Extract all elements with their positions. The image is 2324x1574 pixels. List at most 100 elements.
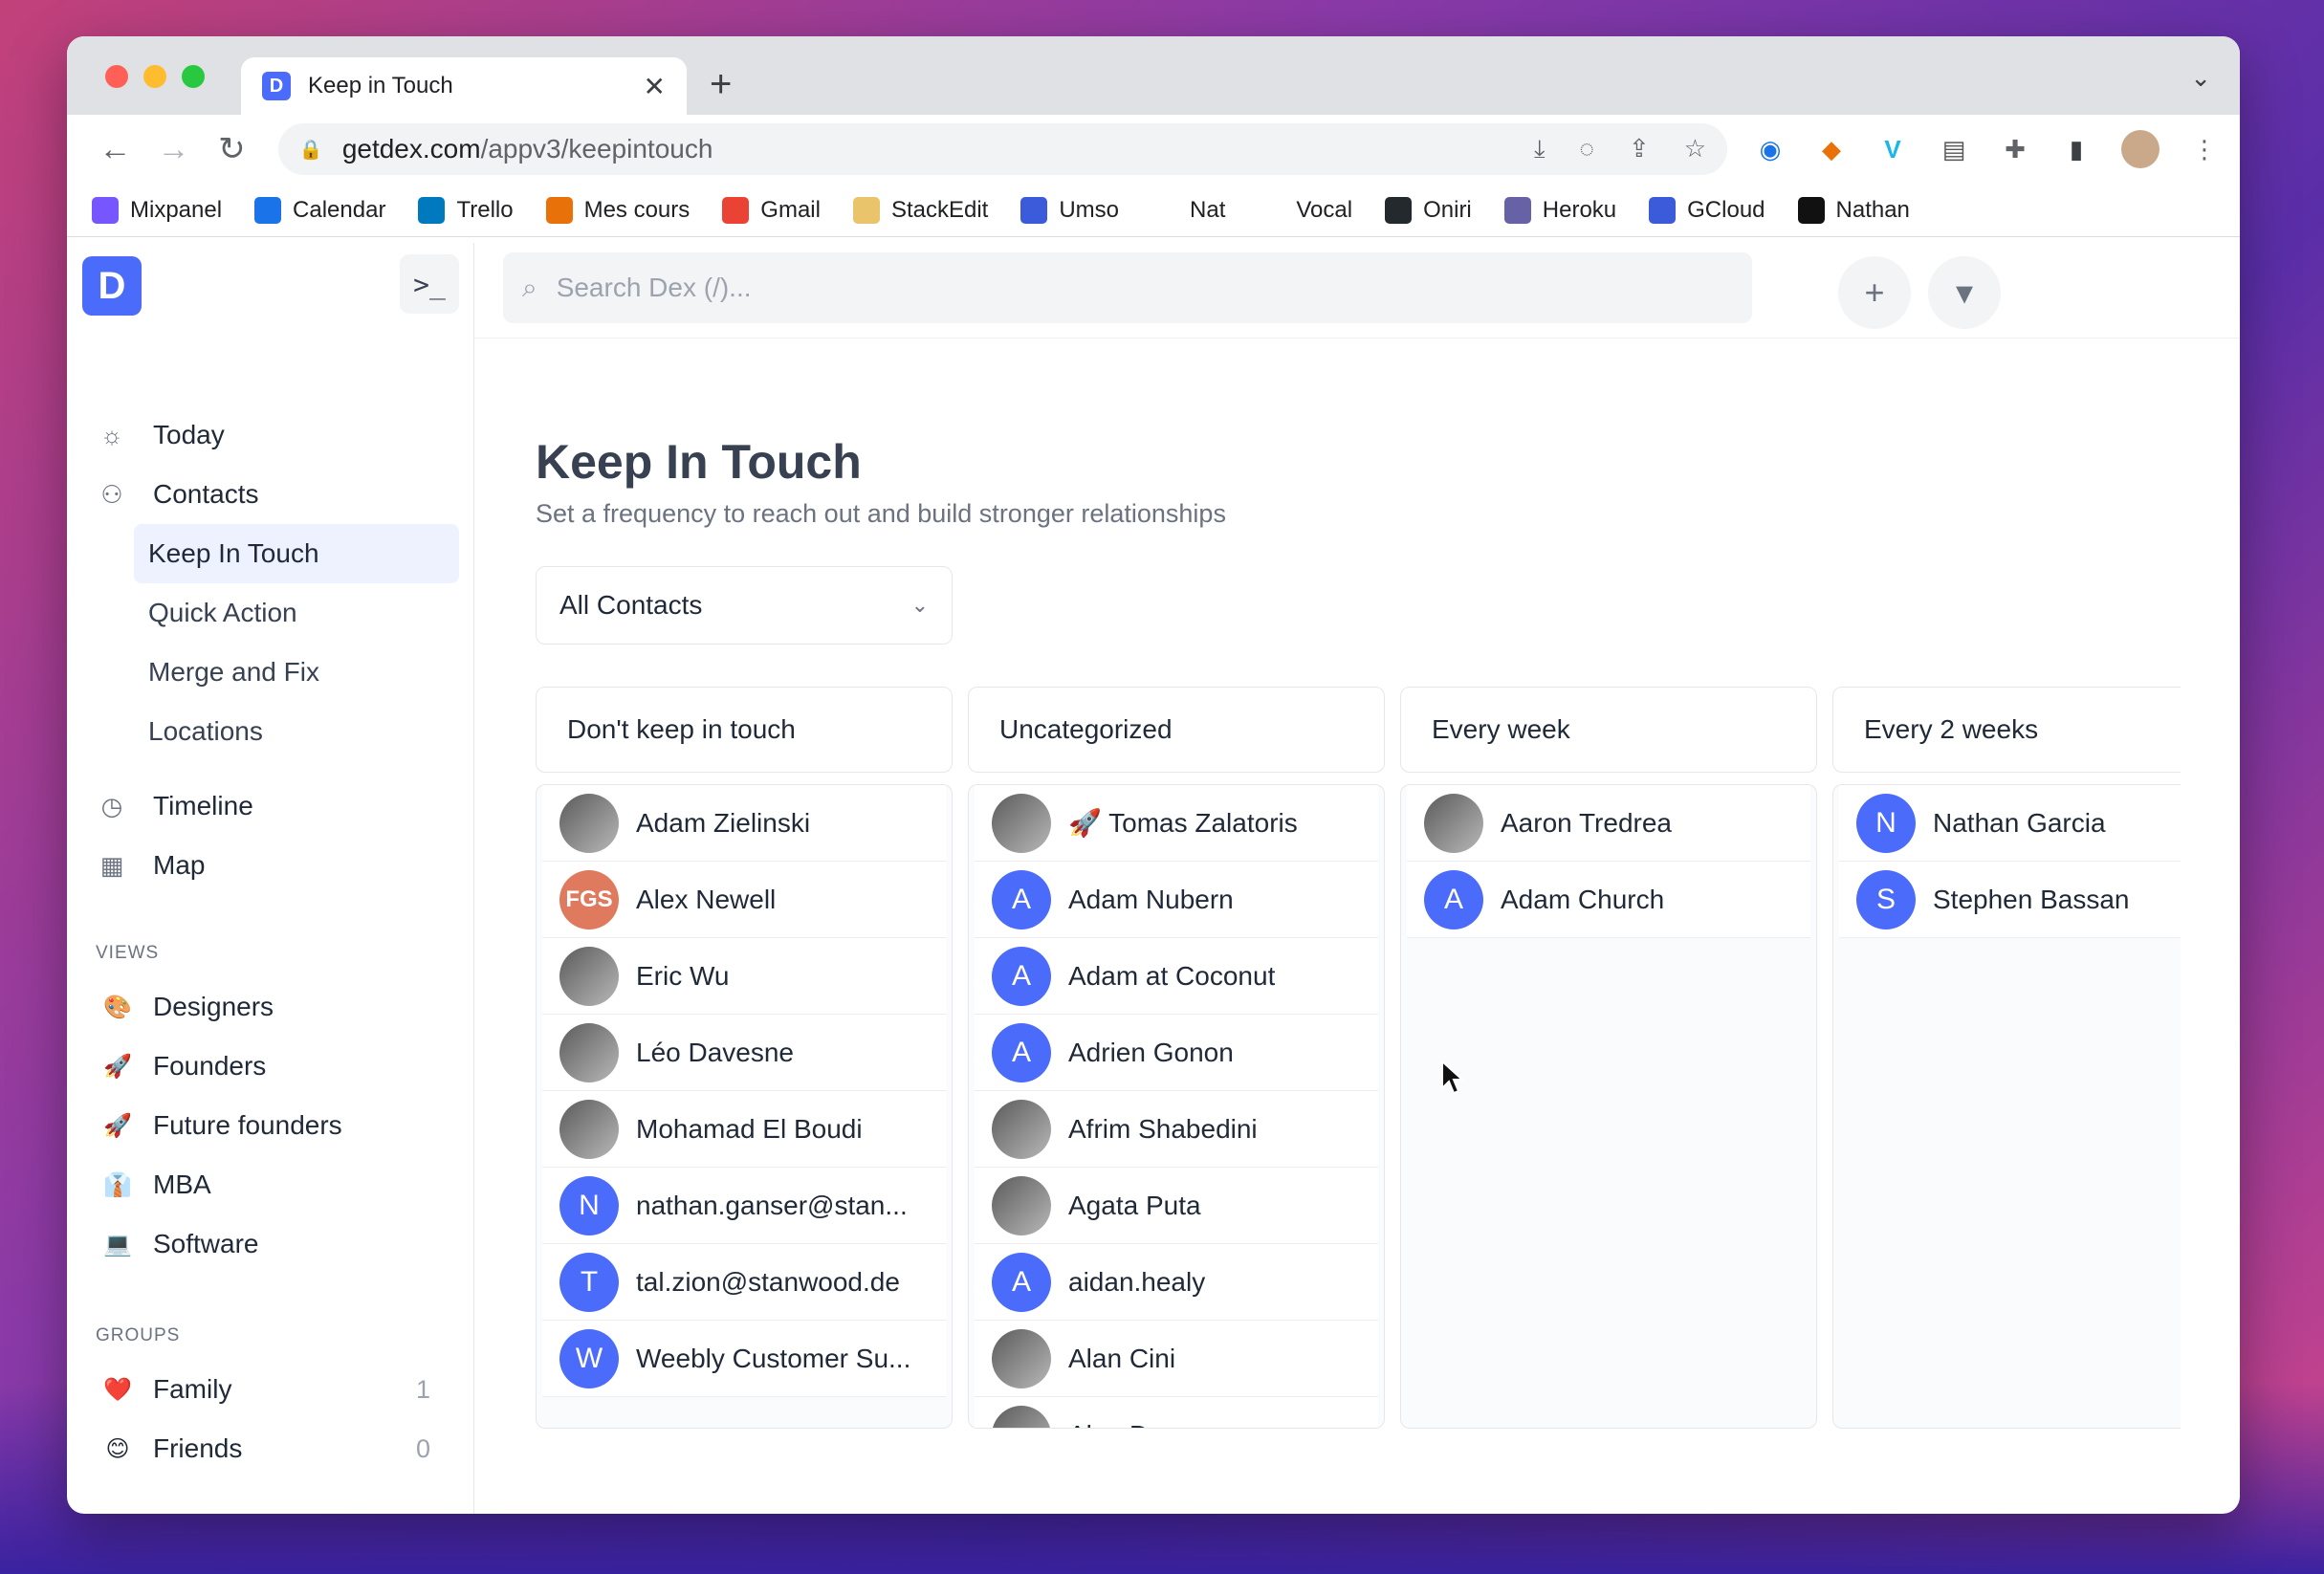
bookmark-item[interactable]: Gmail xyxy=(722,196,821,224)
sidebar-view-item[interactable]: 🚀 Future founders xyxy=(67,1096,474,1155)
search-bar[interactable]: ⌕ xyxy=(503,252,1752,323)
bookmark-favicon-icon xyxy=(852,196,880,224)
dex-logo[interactable]: D xyxy=(82,256,142,316)
bookmark-favicon-icon xyxy=(1020,196,1048,224)
sidebar-view-item[interactable]: 👔 MBA xyxy=(67,1155,474,1214)
maximize-window-button[interactable] xyxy=(182,65,205,88)
contact-card[interactable]: Alan Cini xyxy=(975,1321,1378,1397)
install-app-icon[interactable]: ⤓ xyxy=(1534,134,1546,164)
avatar xyxy=(559,1022,619,1082)
sidebar-item-map[interactable]: ▦ Map xyxy=(67,836,474,895)
contact-card[interactable]: Eric Wu xyxy=(542,938,946,1015)
contact-card[interactable]: W Weebly Customer Su... xyxy=(542,1321,946,1397)
bookmark-item[interactable]: Mixpanel xyxy=(92,196,222,224)
reload-button[interactable]: ↻ xyxy=(203,130,261,168)
sidebar-view-item[interactable]: 💻 Software xyxy=(67,1214,474,1274)
bookmark-item[interactable]: GCloud xyxy=(1649,196,1765,224)
sidebar-item-quick-action[interactable]: Quick Action xyxy=(67,583,474,643)
tracking-protection-icon[interactable]: ◌ xyxy=(1579,134,1593,164)
sidebar-item-label: Map xyxy=(153,850,206,880)
tab-search-chevron-icon[interactable]: ⌄ xyxy=(2190,63,2211,93)
contacts-filter-select[interactable]: All Contacts ⌄ xyxy=(536,566,953,645)
sidebar-item-locations[interactable]: Locations xyxy=(67,702,474,761)
contact-card[interactable]: Ttal.zion@stanwood.de xyxy=(542,1244,946,1321)
bookmark-label: Vocal xyxy=(1296,196,1353,223)
sidebar-group-item[interactable]: ❤️ Family 1 xyxy=(67,1360,474,1419)
bookmark-item[interactable]: Mes cours xyxy=(545,196,690,224)
contact-card[interactable]: Alan Donegan xyxy=(975,1397,1378,1428)
view-emoji-icon: 💻 xyxy=(103,1231,132,1257)
bookmark-item[interactable]: Nathan xyxy=(1797,196,1910,224)
sidebar-item-merge-and-fix[interactable]: Merge and Fix xyxy=(67,643,474,702)
contact-card[interactable]: N Nathan Garcia xyxy=(1839,785,2181,862)
column-body[interactable]: N Nathan Garcia S Stephen Bassan xyxy=(1832,784,2181,1429)
dex-favicon-icon: D xyxy=(262,72,291,100)
contact-card[interactable]: 🚀 Tomas Zalatoris xyxy=(975,785,1378,862)
bookmark-item[interactable]: Umso xyxy=(1020,196,1119,224)
bookmark-item[interactable]: Nat xyxy=(1151,196,1225,224)
contact-card[interactable]: A Adrien Gonon xyxy=(975,1015,1378,1091)
contact-card[interactable]: A Adam at Coconut xyxy=(975,938,1378,1015)
sidebar-group-item[interactable]: 😊 Friends 0 xyxy=(67,1419,474,1478)
command-terminal-button[interactable]: >_ xyxy=(400,254,459,314)
contact-card[interactable]: A Adam Church xyxy=(1407,862,1810,938)
new-tab-button[interactable]: + xyxy=(710,63,732,106)
contact-card[interactable]: S Stephen Bassan xyxy=(1839,862,2181,938)
extensions-puzzle-icon[interactable]: ✚ xyxy=(1999,133,2031,165)
bookmark-item[interactable]: StackEdit xyxy=(852,196,988,224)
tab-close-icon[interactable]: ✕ xyxy=(644,71,666,102)
contact-card[interactable]: Léo Davesne xyxy=(542,1015,946,1091)
bookmark-star-icon[interactable]: ☆ xyxy=(1684,134,1706,164)
metamask-extension-icon[interactable]: ◆ xyxy=(1815,133,1848,165)
sidebar-item-timeline[interactable]: ◷ Timeline xyxy=(67,776,474,836)
contact-card[interactable]: Adam Zielinski xyxy=(542,785,946,862)
contact-name: Alex Newell xyxy=(636,884,777,914)
view-label: Founders xyxy=(153,1051,267,1081)
bookmark-favicon-icon xyxy=(1649,196,1677,224)
browser-tab[interactable]: D Keep in Touch ✕ xyxy=(241,57,687,115)
contact-card[interactable]: Mohamad El Boudi xyxy=(542,1091,946,1168)
vimeo-extension-icon[interactable]: V xyxy=(1876,133,1909,165)
contact-card[interactable]: FGS Alex Newell xyxy=(542,862,946,938)
bookmark-item[interactable]: Oniri xyxy=(1385,196,1472,224)
sidebar-view-item[interactable]: 🚀 Founders xyxy=(67,1037,474,1096)
close-window-button[interactable] xyxy=(105,65,128,88)
share-icon[interactable]: ⇪ xyxy=(1629,134,1650,164)
add-button[interactable]: + xyxy=(1838,256,1911,329)
sidebar-view-item[interactable]: 🎨 Designers xyxy=(67,977,474,1037)
sidebar-item-today[interactable]: ☼ Today xyxy=(67,405,474,465)
address-bar[interactable]: 🔒 getdex.com/appv3/keepintouch ⤓ ◌ ⇪ ☆ xyxy=(277,123,1727,175)
contact-card[interactable]: Nnathan.ganser@stan... xyxy=(542,1168,946,1244)
bookmark-item[interactable]: Calendar xyxy=(254,196,385,224)
bookmark-favicon-icon xyxy=(1151,196,1179,224)
contact-card[interactable]: Afrim Shabedini xyxy=(975,1091,1378,1168)
contact-card[interactable]: Aaidan.healy xyxy=(975,1244,1378,1321)
back-button[interactable]: ← xyxy=(86,131,144,168)
browser-menu-icon[interactable]: ⋮ xyxy=(2188,133,2221,165)
search-input[interactable] xyxy=(556,273,1609,303)
contact-card[interactable]: A Adam Nubern xyxy=(975,862,1378,938)
sidebar-item-keep-in-touch[interactable]: Keep In Touch xyxy=(134,524,459,583)
column-body[interactable]: 🚀 Tomas Zalatoris A Adam Nubern A Adam at Co… xyxy=(968,784,1385,1429)
profile-avatar[interactable] xyxy=(2121,130,2160,168)
group-label: Friends xyxy=(153,1433,243,1463)
column-body[interactable]: Adam Zielinski FGS Alex Newell Eric Wu Léo D… xyxy=(536,784,953,1429)
forward-button[interactable]: → xyxy=(144,131,203,168)
bookmark-item[interactable]: Trello xyxy=(418,196,514,224)
minimize-window-button[interactable] xyxy=(143,65,166,88)
lock-icon[interactable]: 🔒 xyxy=(299,138,323,162)
avatar: A xyxy=(992,946,1051,1006)
column-body[interactable]: Aaron Tredrea A Adam Church xyxy=(1400,784,1817,1429)
contact-card[interactable]: Aaron Tredrea xyxy=(1407,785,1810,862)
bookmark-item[interactable]: Vocal xyxy=(1258,196,1353,224)
stack-extension-icon[interactable]: ▤ xyxy=(1938,133,1970,165)
contact-name: Weebly Customer Su... xyxy=(636,1343,911,1373)
account-dropdown-button[interactable]: ▾ xyxy=(1928,256,2001,329)
url-host: getdex.com xyxy=(341,134,481,164)
page-title: Keep In Touch xyxy=(536,435,862,489)
bookmark-item[interactable]: Heroku xyxy=(1503,196,1616,224)
sidebar-item-contacts[interactable]: ⚇ Contacts xyxy=(67,465,474,524)
password-manager-extension-icon[interactable]: ◉ xyxy=(1754,133,1787,165)
contact-card[interactable]: Agata Puta xyxy=(975,1168,1378,1244)
side-panel-icon[interactable]: ▮ xyxy=(2060,133,2093,165)
